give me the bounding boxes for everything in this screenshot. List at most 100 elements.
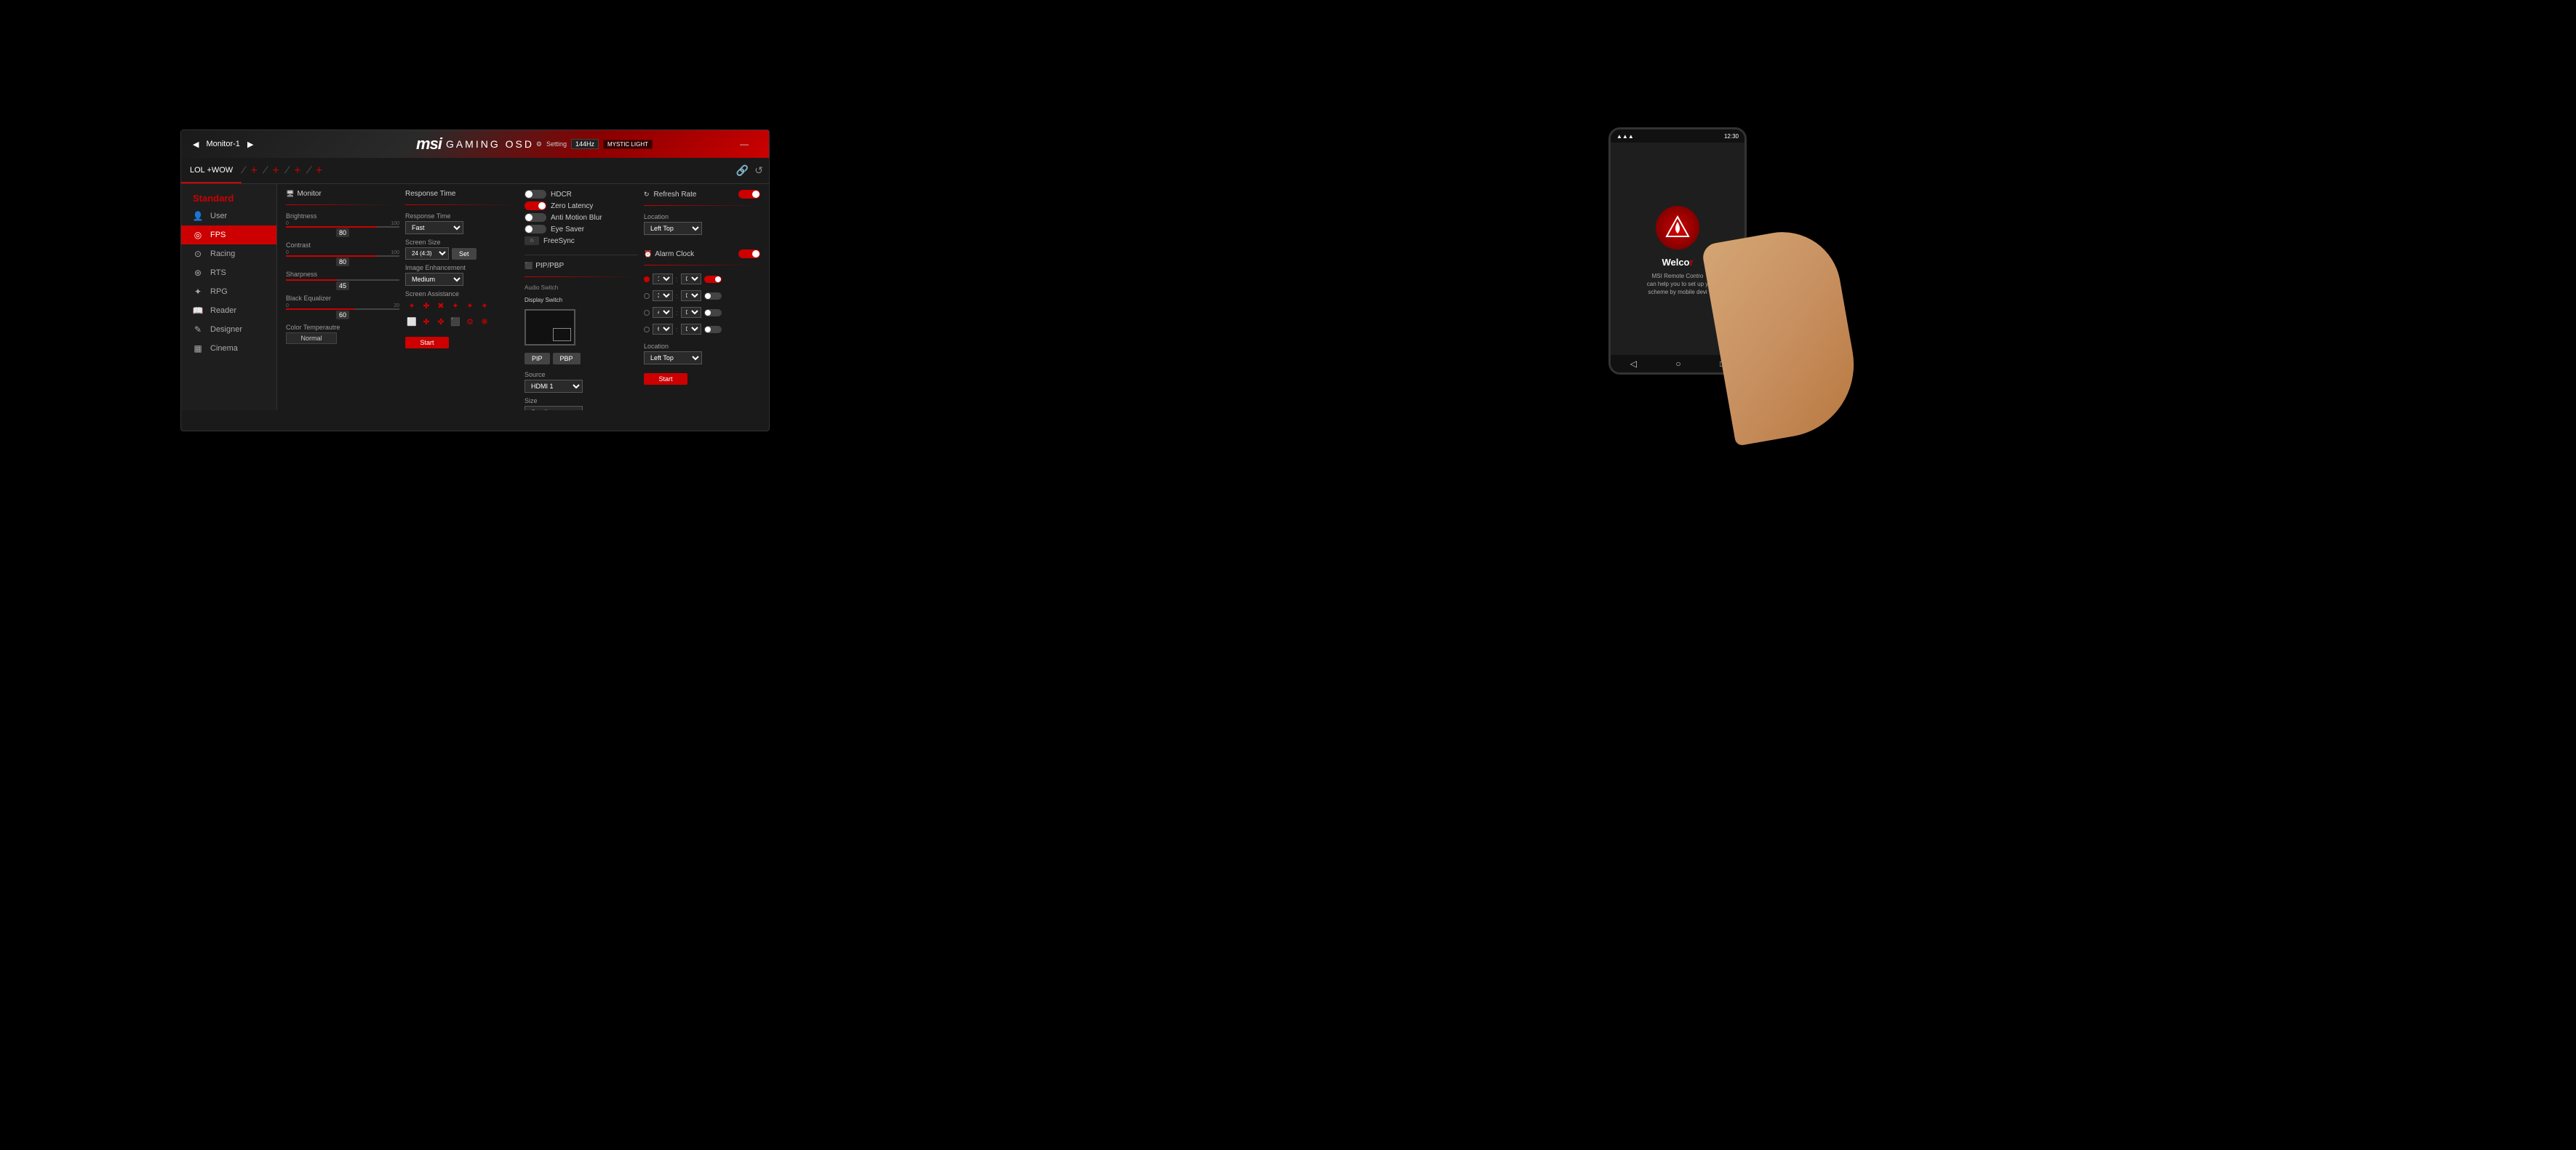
assist-icon-5[interactable]: ✦ — [463, 299, 476, 312]
sharpness-slider[interactable] — [286, 279, 399, 281]
sidebar-item-rts[interactable]: ⊛ RTS — [181, 263, 276, 282]
alarm-enable-4[interactable] — [704, 326, 722, 333]
screen-size-set-btn[interactable]: Set — [452, 248, 476, 260]
alarm-enable-1[interactable] — [704, 276, 722, 283]
assist-icon-9[interactable]: ✤ — [434, 315, 447, 328]
sidebar-item-fps[interactable]: ◎ FPS — [181, 225, 276, 244]
alarm-min-4[interactable]: 00 — [681, 324, 701, 335]
tab-add-3[interactable]: + — [288, 164, 306, 177]
black-eq-slider[interactable] — [286, 308, 399, 310]
sidebar-item-rpg[interactable]: ✦ RPG — [181, 282, 276, 301]
alarm-hour-4[interactable]: 60 — [653, 324, 673, 335]
contrast-min: 0 — [286, 250, 289, 255]
anti-motion-toggle[interactable] — [525, 213, 546, 222]
monitor-col: 🖥 Monitor Brightness 0 100 — [286, 190, 402, 410]
pip-mode-btn[interactable]: PIP — [525, 353, 550, 364]
alarm-radio-4[interactable] — [644, 327, 650, 332]
alarm-min-1[interactable]: 00 — [681, 273, 701, 284]
refresh-toggle[interactable] — [738, 190, 760, 199]
close-btn[interactable]: ✕ — [754, 139, 762, 149]
next-monitor-btn[interactable]: ▶ — [243, 138, 258, 151]
alarm-enable-2[interactable] — [704, 292, 722, 300]
rts-icon: ⊛ — [193, 268, 203, 278]
alarm-hour-2[interactable]: 30 — [653, 290, 673, 301]
sidebar-item-reader[interactable]: 📖 Reader — [181, 301, 276, 320]
assist-icon-3[interactable]: ✖ — [434, 299, 447, 312]
setting-icon: ⚙ — [536, 140, 542, 148]
sidebar-reader-label: Reader — [210, 306, 236, 315]
image-enhance-select[interactable]: Medium — [405, 273, 463, 286]
eye-saver-toggle[interactable] — [525, 225, 546, 233]
display-switch-label: Display Switch — [525, 297, 638, 303]
cinema-icon: ▦ — [193, 343, 203, 354]
sidebar-fps-label: FPS — [210, 231, 226, 239]
sidebar-item-racing[interactable]: ⊙ Racing — [181, 244, 276, 263]
sidebar-item-designer[interactable]: ✎ Designer — [181, 320, 276, 339]
pbp-mode-btn[interactable]: PBP — [553, 353, 581, 364]
pip-icon: ⬛ — [525, 262, 533, 270]
phone-status-bar: ▲▲▲ 12:30 — [1611, 129, 1744, 143]
anti-motion-row: Anti Motion Blur — [525, 213, 638, 222]
refresh-location-select[interactable]: Left Top — [644, 222, 702, 235]
setting-label[interactable]: Setting — [546, 140, 567, 148]
assist-icon-6[interactable]: ✦ — [478, 299, 491, 312]
assist-icon-8[interactable]: ✚ — [420, 315, 433, 328]
freesync-icon: ⊙ — [525, 236, 539, 245]
alarm-toggle[interactable] — [738, 249, 760, 258]
response-time-label: Response Time — [405, 212, 519, 220]
minimize-btn[interactable]: — — [740, 139, 749, 149]
screen-assistance-row: Screen Assistance ✦ ✚ ✖ ✦ ✦ ✦ ⬜ ✚ ✤ ⬛ — [405, 290, 519, 328]
tab-add-4[interactable]: + — [310, 164, 328, 177]
sidebar-item-cinema[interactable]: ▦ Cinema — [181, 339, 276, 358]
alarm-start-btn[interactable]: Start — [644, 373, 687, 385]
tab-lol-wow[interactable]: LOL +WOW — [181, 158, 242, 183]
zero-latency-toggle[interactable] — [525, 201, 546, 210]
alarm-radio-1[interactable] — [644, 276, 650, 282]
pip-mode-buttons: PIP PBP — [525, 353, 638, 364]
response-start-btn[interactable]: Start — [405, 337, 449, 348]
export-icon[interactable]: 🔗 — [736, 164, 749, 177]
assist-icon-4[interactable]: ✦ — [449, 299, 462, 312]
alarm-min-2[interactable]: 00 — [681, 290, 701, 301]
black-eq-value: 60 — [336, 311, 349, 319]
alarm-enable-3[interactable] — [704, 309, 722, 316]
sidebar-item-user[interactable]: 👤 User — [181, 207, 276, 225]
brightness-slider[interactable] — [286, 226, 399, 228]
assist-icon-2[interactable]: ✚ — [420, 299, 433, 312]
alarm-min-3[interactable]: 00 — [681, 307, 701, 318]
screen-size-select[interactable]: 24 (4:3) — [405, 247, 449, 260]
assist-icon-7[interactable]: ⬜ — [405, 315, 418, 328]
hand — [1701, 223, 1865, 446]
prev-monitor-btn[interactable]: ◀ — [188, 138, 203, 151]
refresh-title: Refresh Rate — [654, 191, 697, 199]
mystic-light-label[interactable]: MYSTIC LIGHT — [603, 140, 653, 149]
contrast-slider[interactable] — [286, 255, 399, 257]
freesync-row: ⊙ FreeSync — [525, 236, 638, 245]
alarm-hour-3[interactable]: 45 — [653, 307, 673, 318]
assist-icon-11[interactable]: ⚙ — [463, 315, 476, 328]
tab-add-1[interactable]: + — [245, 164, 263, 177]
phone-subtitle-1: MSI Remote Contro — [1645, 272, 1711, 280]
sidebar-user-label: User — [210, 212, 227, 220]
pip-size-select[interactable]: Small — [525, 406, 583, 410]
tab-add-2[interactable]: + — [266, 164, 284, 177]
pip-source-select[interactable]: HDMI 1 — [525, 380, 583, 393]
refresh-icon[interactable]: ↺ — [754, 164, 763, 177]
alarm-radio-2[interactable] — [644, 293, 650, 299]
alarm-location-select[interactable]: Left Top — [644, 351, 702, 364]
alarm-hour-1[interactable]: 15 — [653, 273, 673, 284]
assist-icon-12[interactable]: ❋ — [478, 315, 491, 328]
phone-back-btn[interactable]: ◁ — [1630, 359, 1637, 369]
hdcr-toggle[interactable] — [525, 190, 546, 199]
zero-latency-label: Zero Latency — [551, 202, 593, 210]
sidebar-designer-label: Designer — [210, 325, 242, 334]
alarm-radio-3[interactable] — [644, 310, 650, 316]
color-temp-value[interactable]: Normal — [286, 332, 337, 344]
assist-icon-10[interactable]: ⬛ — [449, 315, 462, 328]
assist-icon-1[interactable]: ✦ — [405, 299, 418, 312]
response-time-select[interactable]: Fast — [405, 221, 463, 234]
user-icon: 👤 — [193, 211, 203, 221]
pip-inner — [553, 328, 571, 341]
phone-home-btn[interactable]: ○ — [1675, 359, 1680, 369]
black-eq-row: Black Equalizer 0 20 60 — [286, 295, 399, 319]
